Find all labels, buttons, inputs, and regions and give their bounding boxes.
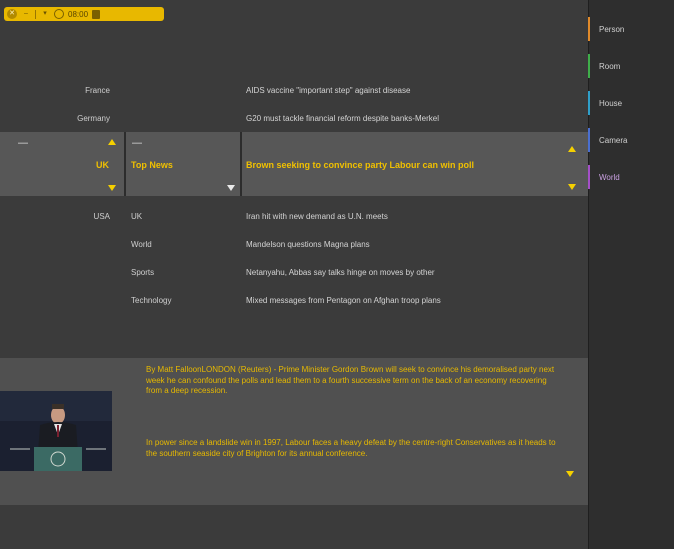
person-indicator <box>588 17 590 41</box>
house-indicator <box>588 91 590 115</box>
headline-item[interactable]: Mandelson questions Magna plans <box>246 240 370 249</box>
country-column-marker: ▬▬ <box>18 140 28 146</box>
sidebar-item-person[interactable]: Person <box>599 25 624 34</box>
category-item[interactable]: UK <box>131 212 142 221</box>
clock-icon <box>54 9 64 19</box>
headline-item[interactable]: G20 must tackle financial reform despite… <box>246 114 439 123</box>
headline-item[interactable]: AIDS vaccine "important step" against di… <box>246 86 410 95</box>
room-indicator <box>588 54 590 78</box>
clock-time: 08:00 <box>68 9 89 19</box>
category-item[interactable]: Sports <box>131 268 154 277</box>
country-france[interactable]: France <box>50 86 110 95</box>
headline-item[interactable]: Mixed messages from Pentagon on Afghan t… <box>246 296 441 305</box>
sidebar-item-room[interactable]: Room <box>599 62 620 71</box>
article-paragraph-2: In power since a landslide win in 1997, … <box>146 438 556 458</box>
category-column-marker: ▬▬ <box>132 140 142 146</box>
headline-scroll-up-icon[interactable] <box>568 146 576 152</box>
world-indicator <box>588 165 590 189</box>
sidebar-item-world[interactable]: World <box>599 173 620 182</box>
main-panel: ✕ – ▾ 08:00 France Germany AIDS vaccine … <box>0 0 588 549</box>
photo-illustration <box>0 391 112 471</box>
battery-icon <box>92 9 101 19</box>
headline-scroll-down-icon[interactable] <box>568 184 576 190</box>
selected-country[interactable]: UK <box>96 160 109 170</box>
toolbar-divider <box>35 9 36 19</box>
country-scroll-up-icon[interactable] <box>108 139 116 145</box>
article-photo <box>0 391 112 471</box>
dropdown-icon[interactable]: ▾ <box>40 9 50 19</box>
country-germany[interactable]: Germany <box>50 114 110 123</box>
article-scroll-down-icon[interactable] <box>566 471 574 477</box>
headline-item[interactable]: Iran hit with new demand as U.N. meets <box>246 212 388 221</box>
article-paragraph-1: By Matt FalloonLONDON (Reuters) - Prime … <box>146 365 555 395</box>
top-toolbar: ✕ – ▾ 08:00 <box>4 7 164 21</box>
category-dropdown-icon[interactable] <box>227 185 235 191</box>
selected-headline[interactable]: Brown seeking to convince party Labour c… <box>246 160 474 170</box>
right-sidebar: Person Room House Camera World <box>588 0 674 549</box>
column-divider <box>124 132 126 196</box>
country-usa[interactable]: USA <box>50 212 110 221</box>
selected-category[interactable]: Top News <box>131 160 173 170</box>
sidebar-item-house[interactable]: House <box>599 99 622 108</box>
close-icon[interactable]: ✕ <box>7 9 17 19</box>
sidebar-item-camera[interactable]: Camera <box>599 136 627 145</box>
camera-indicator <box>588 128 590 152</box>
minimize-icon[interactable]: – <box>21 9 31 19</box>
column-divider <box>240 132 242 196</box>
category-item[interactable]: Technology <box>131 296 171 305</box>
country-scroll-down-icon[interactable] <box>108 185 116 191</box>
headline-item[interactable]: Netanyahu, Abbas say talks hinge on move… <box>246 268 435 277</box>
category-item[interactable]: World <box>131 240 152 249</box>
